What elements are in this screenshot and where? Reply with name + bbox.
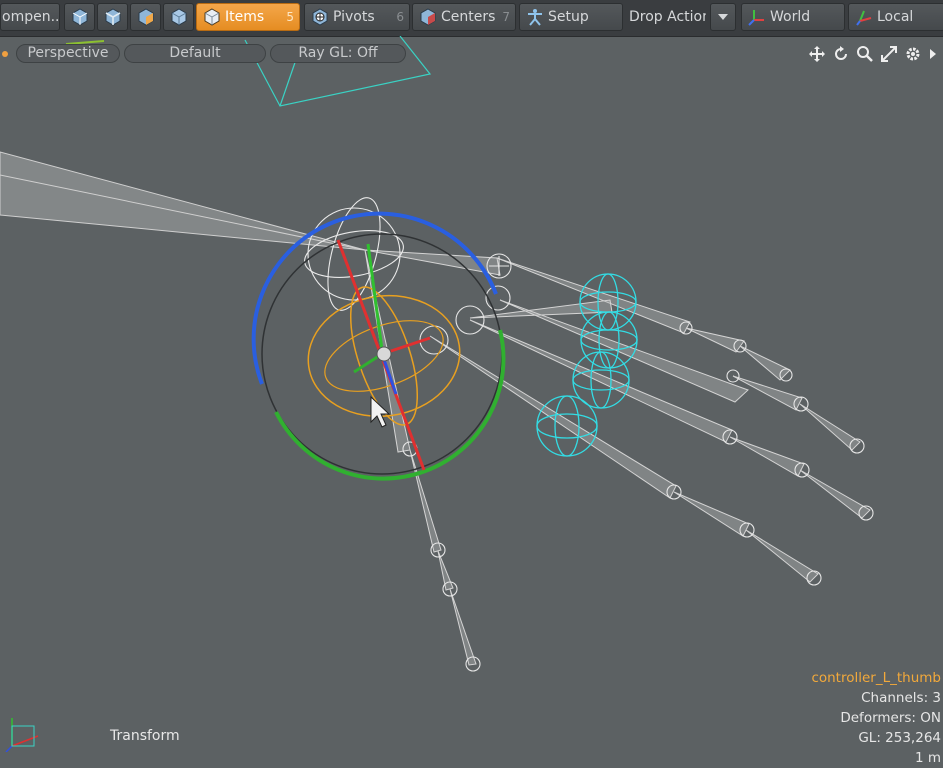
deformers-status: Deformers: ON bbox=[840, 710, 941, 726]
drop-action-dropdown[interactable] bbox=[710, 3, 736, 31]
world-axis-icon bbox=[748, 10, 764, 26]
items-mode-label: Items bbox=[225, 9, 265, 25]
pivots-mode-button[interactable]: Pivots 6 bbox=[304, 3, 410, 31]
drop-action-label-cell: Drop Action bbox=[625, 3, 707, 31]
magnifier-icon bbox=[857, 46, 873, 62]
centers-mode-label: Centers bbox=[441, 9, 496, 25]
items-mode-button[interactable]: Items 5 bbox=[196, 3, 300, 31]
vertex-cube-icon bbox=[72, 8, 88, 26]
setup-mode-button[interactable]: Setup bbox=[519, 3, 623, 31]
grid-scale: 1 m bbox=[914, 750, 941, 766]
zoom-view-button[interactable] bbox=[855, 44, 875, 64]
setup-mode-label: Setup bbox=[548, 9, 589, 25]
setup-figure-icon bbox=[528, 9, 542, 26]
pivots-mode-label: Pivots bbox=[333, 9, 375, 25]
raygl-dropdown[interactable]: Ray GL: Off bbox=[270, 44, 406, 63]
local-axis-label: Local bbox=[877, 9, 914, 25]
style-label: Default bbox=[169, 45, 221, 61]
edge-cube-icon bbox=[105, 8, 121, 26]
component-mode-label: ompen... bbox=[2, 9, 60, 25]
move-arrows-icon bbox=[809, 46, 825, 62]
vertex-mode-button[interactable] bbox=[64, 3, 95, 31]
local-axis-icon bbox=[856, 10, 872, 26]
top-toolbar: ompen... Items 5 Pivots 6 Centers 7 Setu… bbox=[0, 0, 943, 37]
raygl-label: Ray GL: Off bbox=[298, 45, 378, 61]
world-axis-button[interactable]: World bbox=[741, 3, 845, 31]
component-mode-button[interactable]: ompen... bbox=[0, 3, 60, 31]
centers-mode-button[interactable]: Centers 7 bbox=[412, 3, 516, 31]
rotate-view-button[interactable] bbox=[831, 44, 851, 64]
viewport-settings-button[interactable] bbox=[903, 44, 923, 64]
world-axis-label: World bbox=[770, 9, 811, 25]
local-axis-button[interactable]: Local bbox=[848, 3, 943, 31]
drop-action-label: Drop Action bbox=[629, 9, 707, 25]
centers-mode-shortcut: 7 bbox=[502, 10, 510, 24]
transform-gizmo[interactable] bbox=[251, 211, 506, 481]
gear-icon bbox=[906, 47, 920, 61]
centers-icon bbox=[420, 8, 436, 26]
viewport-nav-icons bbox=[807, 44, 939, 64]
selected-item-name: controller_L_thumb bbox=[811, 670, 941, 686]
chevron-right-icon bbox=[930, 49, 936, 59]
material-cube-icon bbox=[171, 8, 187, 26]
items-cube-icon bbox=[204, 8, 220, 26]
maximize-icon bbox=[881, 46, 897, 62]
viewport-info: controller_L_thumb Channels: 3 Deformers… bbox=[811, 668, 941, 768]
axis-indicator-icon bbox=[5, 718, 39, 752]
mouse-cursor-icon bbox=[370, 395, 391, 428]
active-tool-label: Transform bbox=[110, 728, 180, 744]
projection-label: Perspective bbox=[27, 45, 109, 61]
polygon-cube-icon bbox=[138, 8, 154, 26]
pivots-icon bbox=[312, 8, 328, 26]
rotate-icon bbox=[835, 46, 847, 60]
maximize-view-button[interactable] bbox=[879, 44, 899, 64]
viewport-3d[interactable] bbox=[0, 36, 943, 768]
viewport-header: Perspective Default Ray GL: Off bbox=[0, 38, 943, 68]
viewport-status-dot bbox=[2, 51, 8, 57]
edge-mode-button[interactable] bbox=[97, 3, 128, 31]
projection-dropdown[interactable]: Perspective bbox=[16, 44, 120, 63]
material-mode-button[interactable] bbox=[163, 3, 194, 31]
items-mode-shortcut: 5 bbox=[286, 10, 294, 24]
channels-count: Channels: 3 bbox=[861, 690, 941, 706]
chevron-down-icon bbox=[718, 14, 728, 20]
pan-button[interactable] bbox=[807, 44, 827, 64]
polygon-mode-button[interactable] bbox=[130, 3, 161, 31]
viewport-menu-button[interactable] bbox=[927, 44, 939, 64]
gl-count: GL: 253,264 bbox=[858, 730, 941, 746]
style-dropdown[interactable]: Default bbox=[124, 44, 266, 63]
pivots-mode-shortcut: 6 bbox=[396, 10, 404, 24]
